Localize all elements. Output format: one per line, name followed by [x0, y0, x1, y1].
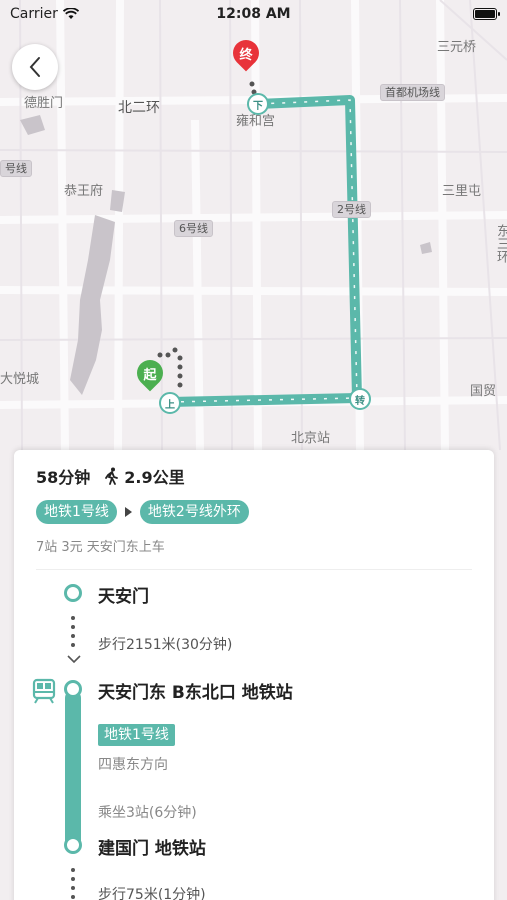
metro-segment-bar: [65, 690, 81, 850]
road-badge-line2: 2号线: [332, 201, 371, 218]
map-label-beierhuan: 北二环: [118, 100, 160, 116]
back-button[interactable]: [12, 44, 58, 90]
map-label-sanlitun: 三里屯: [442, 184, 482, 199]
metro-line-tag[interactable]: 地铁1号线: [98, 724, 175, 746]
walk-dots-icon: [71, 868, 75, 900]
battery-icon: [473, 8, 500, 20]
road-badge-airport-line: 首都机场线: [380, 84, 445, 101]
alight-station: 建国门 地铁站: [98, 839, 206, 859]
chevron-down-icon: [67, 655, 81, 664]
map-label-dayuecheng: 大悦城: [0, 372, 40, 387]
alight-dot-icon: [64, 836, 82, 854]
carrier-label: Carrier: [10, 6, 58, 22]
map-label-guomao: 国贸: [470, 384, 497, 399]
subway-icon: [32, 678, 56, 704]
ride-stops[interactable]: 乘坐3站(6分钟): [98, 802, 197, 822]
walk-dots-icon: [71, 616, 75, 652]
road-badge-line6: 6号线: [174, 220, 213, 237]
board-dot-icon: [64, 680, 82, 698]
walk-distance: 2.9公里: [124, 468, 185, 487]
alight-node-icon: 下: [247, 93, 269, 115]
route-detail-card[interactable]: 58分钟 2.9公里 地铁1号线 地铁2号线外环 7站 3元 天安门东上车 天安…: [14, 450, 494, 900]
status-bar: Carrier 12:08 AM: [0, 0, 507, 28]
transfer-node-icon: 转: [349, 388, 371, 410]
route-duration: 58分钟: [36, 468, 91, 487]
board-node-icon: 上: [159, 392, 181, 414]
direction-label: 四惠东方向: [98, 757, 168, 773]
chevron-left-icon: [29, 57, 40, 77]
line-pill-1: 地铁1号线: [36, 500, 117, 524]
map-label-sanyuanqiao: 三元桥: [437, 40, 477, 55]
route-summary: 58分钟 2.9公里 地铁1号线 地铁2号线外环 7站 3元 天安门东上车: [14, 450, 494, 555]
status-time: 12:08 AM: [216, 6, 291, 22]
line-pill-2: 地铁2号线外环: [139, 500, 249, 524]
map-label-gongwangfu: 恭王府: [64, 184, 104, 199]
map-label-deshengmen: 德胜门: [24, 96, 64, 111]
route-steps: 天安门 步行2151米(30分钟) 天安门东 B东北口 地铁站 地铁1号线 四惠…: [14, 570, 494, 900]
wifi-icon: [62, 8, 79, 19]
map-label-beijingzhan: 北京站: [291, 431, 331, 446]
road-badge-line: 号线: [0, 160, 32, 177]
route-info: 7站 3元 天安门东上车: [36, 540, 165, 555]
walk-step-1: 步行2151米(30分钟): [98, 637, 233, 653]
origin-dot-icon: [64, 584, 82, 602]
arrow-right-icon: [124, 507, 132, 517]
board-station: 天安门东 B东北口 地铁站: [98, 683, 293, 703]
map-label-dongsihuan: 东三环: [494, 224, 507, 263]
origin-station: 天安门: [98, 587, 149, 607]
walk-step-2: 步行75米(1分钟): [98, 887, 206, 900]
walking-icon: [105, 467, 119, 485]
